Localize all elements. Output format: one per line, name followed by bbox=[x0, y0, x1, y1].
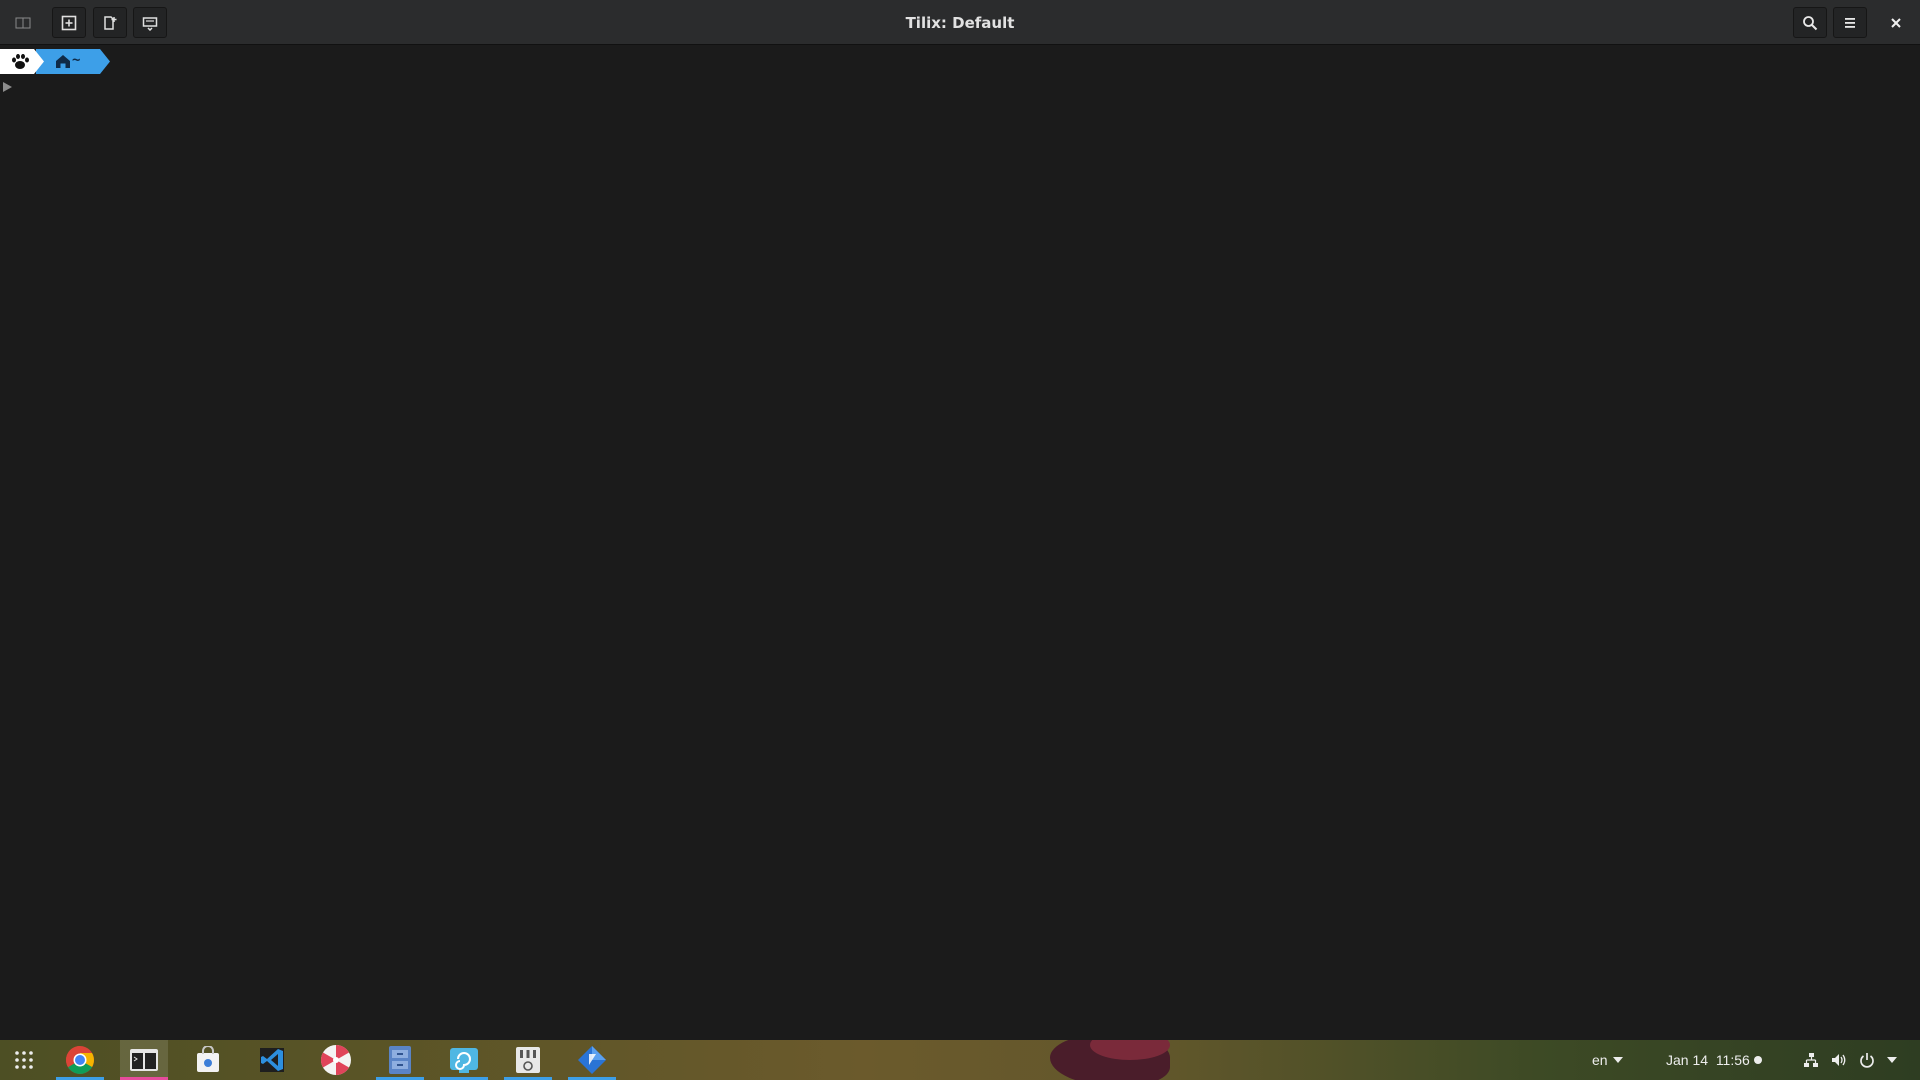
taskbar-app-store[interactable] bbox=[184, 1040, 232, 1080]
sidebar-icon bbox=[15, 17, 31, 28]
prompt-caret-icon bbox=[3, 82, 12, 92]
taskbar-app-screenshot[interactable] bbox=[440, 1040, 488, 1080]
taskbar-app-files[interactable] bbox=[376, 1040, 424, 1080]
network-indicator[interactable] bbox=[1801, 1050, 1821, 1070]
split-down-icon bbox=[104, 15, 117, 30]
menu-button[interactable] bbox=[1833, 7, 1867, 38]
clock[interactable]: Jan 14 11:56 bbox=[1666, 1040, 1762, 1080]
close-button[interactable] bbox=[1879, 7, 1913, 38]
keyboard-layout-label: en bbox=[1592, 1052, 1608, 1068]
file-cabinet-icon bbox=[389, 1046, 411, 1074]
terminal-view[interactable]: ~ bbox=[0, 46, 1920, 1040]
taskbar-app-chrome[interactable] bbox=[56, 1040, 104, 1080]
close-icon bbox=[1891, 17, 1901, 28]
network-icon bbox=[1804, 1053, 1818, 1067]
mixer-icon bbox=[516, 1047, 540, 1073]
chrome-icon bbox=[66, 1046, 94, 1074]
window-title: Tilix: Default bbox=[905, 13, 1015, 32]
diamond-icon bbox=[578, 1046, 606, 1074]
volume-indicator[interactable] bbox=[1829, 1050, 1849, 1070]
volume-icon bbox=[1832, 1054, 1846, 1066]
taskbar-app-peppermint[interactable] bbox=[312, 1040, 360, 1080]
swirl-icon bbox=[450, 1048, 478, 1073]
taskbar-app-tilix[interactable] bbox=[120, 1040, 168, 1080]
taskbar-app-vscode[interactable] bbox=[248, 1040, 296, 1080]
terminal-icon bbox=[130, 1049, 158, 1071]
add-terminal-icon bbox=[61, 15, 77, 30]
taskbar: en Jan 14 11:56 bbox=[0, 1040, 1920, 1080]
session-icon bbox=[142, 16, 158, 31]
add-terminal-down-button[interactable] bbox=[93, 7, 127, 38]
store-bag-icon bbox=[197, 1046, 219, 1072]
notification-dot-icon bbox=[1753, 1056, 1762, 1064]
session-actions-button[interactable] bbox=[133, 7, 167, 38]
system-menu-button[interactable] bbox=[1882, 1050, 1902, 1070]
find-button[interactable] bbox=[1793, 7, 1827, 38]
hamburger-menu-icon bbox=[1845, 17, 1855, 28]
taskbar-app-flutter[interactable] bbox=[568, 1040, 616, 1080]
app-grid-icon bbox=[15, 1051, 33, 1069]
sidebar-toggle-button[interactable] bbox=[6, 7, 40, 38]
candy-icon bbox=[320, 1045, 351, 1075]
add-terminal-right-button[interactable] bbox=[52, 7, 86, 38]
header-bar: Tilix: Default bbox=[0, 0, 1920, 45]
app-grid-button[interactable] bbox=[0, 1040, 48, 1080]
power-icon bbox=[1860, 1053, 1874, 1068]
prompt-os-segment bbox=[0, 49, 44, 74]
chevron-down-icon bbox=[1612, 1057, 1623, 1063]
taskbar-app-mixer[interactable] bbox=[504, 1040, 552, 1080]
clock-label: Jan 14 11:56 bbox=[1666, 1052, 1750, 1068]
keyboard-layout-indicator[interactable]: en bbox=[1592, 1040, 1623, 1080]
chevron-down-icon bbox=[1887, 1057, 1897, 1063]
power-indicator[interactable] bbox=[1857, 1050, 1877, 1070]
vscode-icon bbox=[260, 1048, 284, 1072]
prompt-directory: ~ bbox=[72, 52, 81, 68]
search-icon bbox=[1803, 15, 1818, 30]
